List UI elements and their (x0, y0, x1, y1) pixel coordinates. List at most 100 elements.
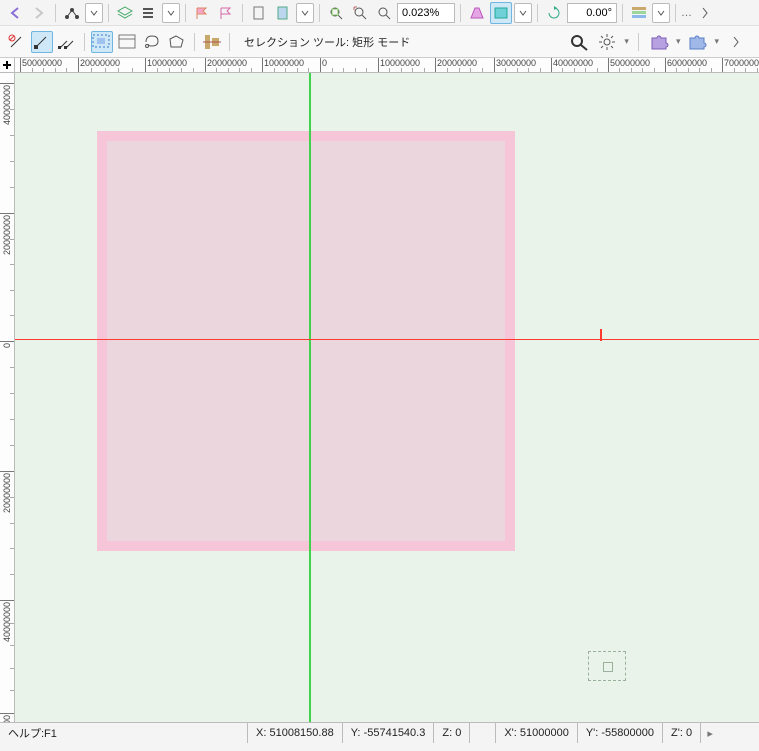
lasso-icon (143, 34, 161, 50)
puzzle-a-button[interactable] (648, 31, 670, 53)
navigator-overview[interactable] (588, 651, 626, 681)
zoom-input[interactable] (397, 3, 455, 23)
zoom-region-icon (353, 6, 367, 20)
align-button[interactable] (201, 31, 223, 53)
ruler-h-label: 20000000 (207, 58, 247, 68)
help-text: ヘルプ:F1 (8, 725, 57, 741)
x-label: X: (256, 727, 266, 739)
canvas[interactable] (15, 73, 759, 722)
flag-icon (195, 6, 209, 20)
x2-value: 51000000 (520, 727, 569, 739)
marquee-icon (92, 34, 112, 50)
layers-icon (117, 6, 133, 20)
zoom-button[interactable] (373, 2, 395, 24)
status-help: ヘルプ:F1 (0, 723, 248, 743)
zoom-region-button[interactable] (349, 2, 371, 24)
chevron-right-icon (701, 6, 709, 20)
rotate-icon (547, 6, 561, 20)
doc-dropdown[interactable] (296, 3, 314, 23)
dropdown-caret[interactable]: ▾ (676, 36, 681, 47)
main-toolbar: … (0, 0, 759, 26)
puzzle-b-button[interactable] (686, 31, 708, 53)
ruler-h-label: 40000000 (553, 58, 593, 68)
back-button[interactable] (4, 2, 26, 24)
select-poly-button[interactable] (166, 31, 188, 53)
y2-value: -55800000 (601, 727, 654, 739)
chevron-down-icon (90, 9, 98, 17)
vertical-ruler[interactable]: 4000000020000000020000000400000006000000… (0, 73, 15, 722)
stack-button[interactable] (138, 2, 160, 24)
rotate-button[interactable] (543, 2, 565, 24)
layerset-button[interactable] (628, 2, 650, 24)
ruler-h-label: 0 (322, 58, 327, 68)
ruler-h-label: 10000000 (264, 58, 304, 68)
horizontal-ruler[interactable]: 5000000020000000100000002000000010000000… (15, 58, 759, 73)
edit-node-button[interactable] (31, 31, 53, 53)
ruler-h-label: 10000000 (147, 58, 187, 68)
zoom-fit-icon (329, 6, 343, 20)
toolbar-overflow-label: … (681, 7, 692, 19)
view-top-button[interactable] (490, 2, 512, 24)
edit-multi-button[interactable] (56, 31, 78, 53)
selected-object[interactable] (97, 131, 515, 551)
flag-outline-icon (219, 6, 233, 20)
doc-plain-button[interactable] (248, 2, 270, 24)
status-z2: Z': 0 (663, 723, 701, 743)
separator (55, 4, 56, 22)
dropdown-caret[interactable]: ▾ (714, 36, 719, 47)
y2-label: Y': (586, 727, 599, 739)
layerset-dropdown[interactable] (652, 3, 670, 23)
separator (537, 4, 538, 22)
graph-button[interactable] (61, 2, 83, 24)
ruler-v-label: 0 (2, 343, 12, 348)
select-rect-button[interactable] (91, 31, 113, 53)
status-z: Z: 0 (434, 723, 470, 743)
dropdown-caret[interactable]: ▾ (624, 36, 629, 47)
ruler-h-label: 50000000 (610, 58, 650, 68)
page-icon (252, 6, 266, 20)
forward-button[interactable] (28, 2, 50, 24)
toolbar-overflow-button[interactable] (694, 2, 716, 24)
ruler-v-label: 40000000 (2, 85, 12, 125)
rotate-input[interactable] (567, 3, 617, 23)
z2-value: 0 (686, 727, 692, 739)
y-value: -55741540.3 (364, 727, 426, 739)
doc-filled-button[interactable] (272, 2, 294, 24)
ruler-origin[interactable] (0, 58, 15, 73)
ruler-v-label: 20000000 (2, 215, 12, 255)
z2-label: Z': (671, 727, 683, 739)
view-dropdown[interactable] (514, 3, 532, 23)
stack-dropdown[interactable] (162, 3, 180, 23)
select-lasso-button[interactable] (141, 31, 163, 53)
chevron-down-icon (301, 9, 309, 17)
align-icon (203, 33, 221, 51)
flag-pink-button[interactable] (191, 2, 213, 24)
toolbar2-overflow[interactable] (725, 31, 747, 53)
chevron-down-icon (167, 9, 175, 17)
layers-button[interactable] (114, 2, 136, 24)
ruler-v-label: 60000000 (2, 715, 12, 722)
status-overflow[interactable]: ▸ (701, 723, 719, 743)
view-3d-button[interactable] (466, 2, 488, 24)
x-axis-guide (15, 339, 759, 340)
z-value: 0 (455, 727, 461, 739)
gear-icon (598, 33, 616, 51)
y-label: Y: (351, 727, 361, 739)
mode-label: セレクション ツール: 矩形 モード (236, 34, 410, 50)
status-y2: Y': -55800000 (578, 723, 663, 743)
separator (675, 4, 676, 22)
select-window-button[interactable] (116, 31, 138, 53)
axis-marker (600, 329, 602, 341)
find-button[interactable] (568, 31, 590, 53)
stack-icon (142, 6, 156, 20)
edit-none-button[interactable] (6, 31, 28, 53)
ruler-v-label: 20000000 (2, 473, 12, 513)
x2-label: X': (504, 727, 517, 739)
flag-outline-button[interactable] (215, 2, 237, 24)
separator (194, 33, 195, 51)
zoom-fit-button[interactable] (325, 2, 347, 24)
puzzle-icon (649, 33, 669, 51)
graph-dropdown[interactable] (85, 3, 103, 23)
settings-button[interactable] (596, 31, 618, 53)
separator (638, 33, 639, 51)
